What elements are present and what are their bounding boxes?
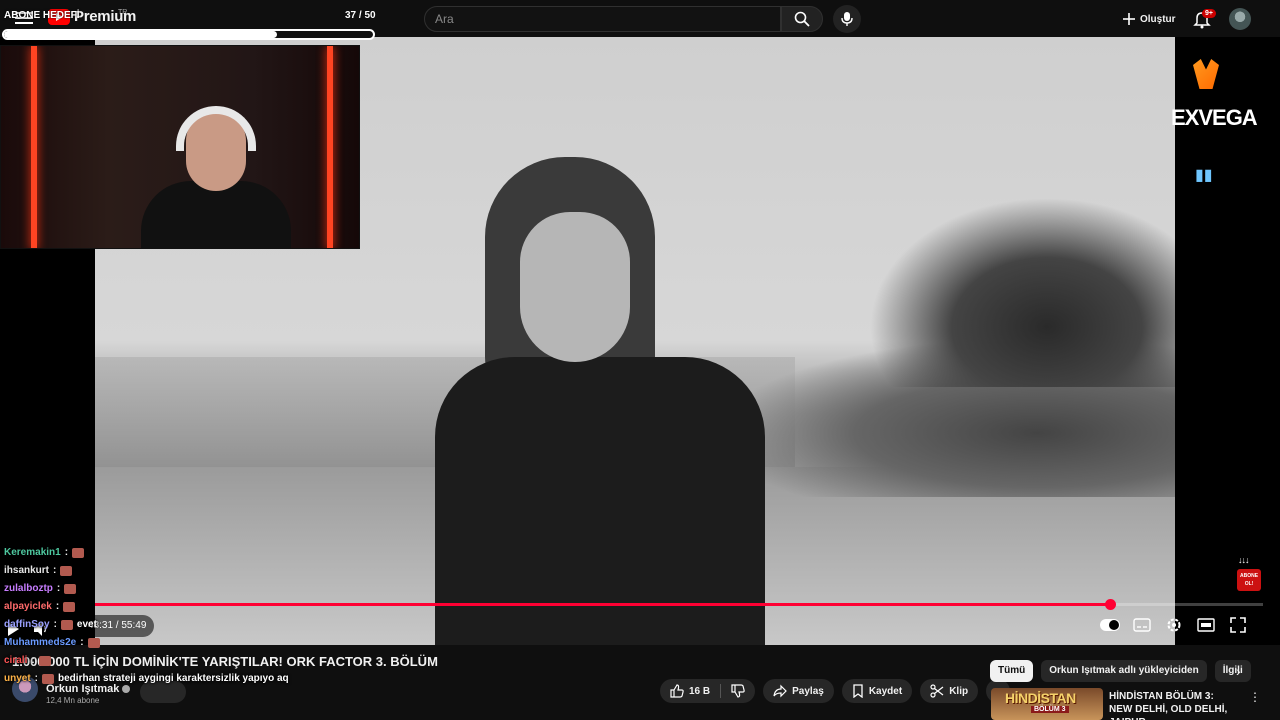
filter-chip[interactable]: Tümü (990, 660, 1034, 682)
chat-text: bedirhan strateji aygingi karaktersizlik… (58, 673, 289, 684)
gear-icon (1167, 618, 1181, 632)
chevron-right-icon[interactable]: › (1236, 663, 1241, 679)
like-dislike-group: 16 B (660, 679, 756, 703)
subscriber-count: 12,4 Mn abone (46, 696, 100, 705)
video-actions: 16 B Paylaş Kaydet Klip ··· (660, 679, 1011, 703)
plus-icon (1123, 13, 1135, 25)
headphones-graphic (176, 106, 256, 151)
dislike-button[interactable] (721, 679, 755, 703)
brand-name: EXVEGA (1171, 105, 1258, 130)
chat-message: alpayiclek: (0, 598, 300, 616)
chat-username[interactable]: unyet (4, 670, 31, 688)
streamer-webcam (0, 45, 360, 249)
chat-message: zulalboztp: (0, 580, 300, 598)
chat-username[interactable]: cirali (4, 652, 27, 670)
microphone-icon (841, 12, 853, 26)
fullscreen-button[interactable] (1228, 615, 1248, 635)
stream-brand-panel: EXVEGA ▮▮ ↓↓↓ ABONE OL! (1171, 37, 1280, 645)
chat-username[interactable]: Keremakin1 (4, 544, 61, 562)
clip-label: Klip (949, 685, 969, 697)
like-button[interactable]: 16 B (660, 679, 720, 703)
search-input[interactable]: Ara (424, 6, 781, 32)
share-icon (773, 684, 787, 698)
autoplay-toggle-icon (1100, 619, 1120, 631)
fullscreen-icon (1230, 617, 1246, 633)
subtitles-button[interactable] (1132, 615, 1152, 635)
bottles-icon: ▮▮ (1195, 167, 1213, 184)
create-label: Oluştur (1140, 13, 1176, 25)
chat-username[interactable]: alpayiclek (4, 598, 52, 616)
subscribe-sticker: ↓↓↓ ABONE OL! (1237, 555, 1261, 591)
voice-search-button[interactable] (833, 5, 861, 33)
scissors-icon (930, 684, 944, 698)
filter-chip[interactable]: İlgili (1214, 660, 1251, 682)
theater-mode-button[interactable] (1196, 615, 1216, 635)
chat-emote-icon (63, 602, 76, 612)
account-avatar[interactable] (1229, 8, 1251, 30)
video-progress-scrubber[interactable] (1104, 599, 1116, 610)
chat-message: cirali: (0, 652, 300, 670)
autoplay-toggle[interactable] (1100, 615, 1120, 635)
chat-username[interactable]: zulalboztp (4, 580, 53, 598)
rec-thumb-sub: BÖLÜM 3 (1031, 706, 1069, 713)
recommended-video[interactable]: HİNDİSTAN BÖLÜM 3 HİNDİSTAN BÖLÜM 3: NEW… (991, 688, 1280, 720)
like-count: 16 B (689, 685, 711, 697)
chat-emote-icon (38, 656, 51, 666)
theater-mode-icon (1197, 618, 1215, 632)
chat-emote-icon (72, 548, 85, 558)
search-icon (794, 11, 810, 27)
thumbs-up-icon (670, 684, 684, 698)
thumbs-down-icon (731, 684, 745, 698)
chat-username[interactable]: ihsankurt (4, 562, 49, 580)
player-right-controls (1100, 615, 1248, 635)
sub-goal-title: ABONE HEDEFİ (4, 10, 80, 21)
chat-username[interactable]: daffinSoy (4, 616, 50, 634)
sub-goal-progress-fill (4, 31, 278, 38)
exvega-logo-icon (1193, 59, 1219, 89)
settings-button[interactable] (1164, 615, 1184, 635)
more-vertical-icon[interactable]: ⋮ (1249, 690, 1261, 704)
recommended-video-thumbnail[interactable]: HİNDİSTAN BÖLÜM 3 (991, 688, 1103, 720)
save-label: Kaydet (868, 685, 903, 697)
youtube-watch-page: Premium TR Ara Oluştur 9+ ABONE HEDEFİ 3… (0, 0, 1280, 720)
share-label: Paylaş (792, 685, 824, 697)
clip-button[interactable]: Klip (920, 679, 979, 703)
recommended-video-title[interactable]: HİNDİSTAN BÖLÜM 3: NEW DELHİ, OLD DELHİ,… (1109, 690, 1239, 720)
subtitles-icon (1133, 618, 1151, 632)
share-button[interactable]: Paylaş (763, 679, 834, 703)
chat-message: Muhammeds2e: (0, 634, 300, 652)
subscriber-goal-overlay: ABONE HEDEFİ 37 / 50 (0, 0, 378, 42)
video-scene-woman (425, 157, 785, 645)
bookmark-icon (853, 684, 863, 698)
search-button[interactable] (781, 6, 823, 32)
recommendation-filter-chips: Tümü Orkun Işıtmak adlı yükleyiciden İlgil… (990, 660, 1251, 682)
filter-chip[interactable]: Orkun Işıtmak adlı yükleyiciden (1041, 660, 1207, 682)
chat-emote-icon (42, 674, 55, 684)
chat-emote-icon (60, 566, 73, 576)
chat-text: evet (76, 619, 97, 630)
live-chat-overlay: Keremakin1: ihsankurt: zulalboztp: alpayicl… (0, 544, 300, 688)
chat-message: ihsankurt: (0, 562, 300, 580)
subscribe-sticker-label: ABONE OL! (1237, 569, 1261, 591)
create-button[interactable]: Oluştur (1116, 7, 1182, 31)
chat-message: daffinSoy: evet (0, 616, 300, 634)
chat-emote-icon (60, 620, 73, 630)
sub-goal-count: 37 / 50 (345, 10, 376, 21)
chat-emote-icon (87, 638, 100, 648)
rec-thumb-text: HİNDİSTAN (1005, 690, 1076, 706)
chat-emote-icon (64, 584, 77, 594)
chat-message: Keremakin1: (0, 544, 300, 562)
chat-message: unyet: bedirhan strateji aygingi karakter… (0, 670, 300, 688)
video-scene-palm-trees (855, 187, 1175, 387)
down-arrows-icon: ↓↓↓ (1238, 555, 1249, 565)
save-button[interactable]: Kaydet (841, 679, 913, 703)
chat-username[interactable]: Muhammeds2e (4, 634, 76, 652)
notification-count-badge: 9+ (1202, 9, 1216, 18)
sub-goal-progress-bar (2, 29, 375, 40)
